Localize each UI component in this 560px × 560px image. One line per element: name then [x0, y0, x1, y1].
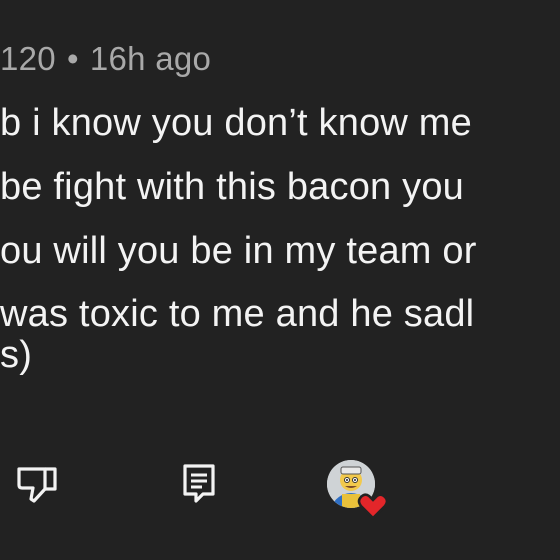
creator-avatar-heart-icon	[327, 460, 389, 520]
comment-view: 120 • 16h ago b i know you don’t know me b…	[0, 0, 560, 560]
reply-button[interactable]	[180, 462, 218, 504]
meta-separator: •	[66, 40, 79, 77]
comment-author[interactable]: 120	[0, 40, 56, 77]
comment-text-line: s)	[0, 334, 33, 376]
dislike-button[interactable]	[14, 462, 62, 506]
comment-meta: 120 • 16h ago	[0, 40, 211, 78]
comment-text-line: be fight with this bacon you	[0, 166, 464, 208]
comment-text-line: b i know you don’t know me	[0, 102, 472, 144]
comment-timestamp[interactable]: 16h ago	[90, 40, 211, 77]
reply-icon	[183, 464, 215, 503]
comment-text-line: was toxic to me and he sadl	[0, 293, 475, 335]
creator-heart-button[interactable]	[324, 456, 396, 522]
thumbs-down-icon	[17, 467, 57, 503]
comment-text-line: ou will you be in my team or	[0, 230, 477, 272]
